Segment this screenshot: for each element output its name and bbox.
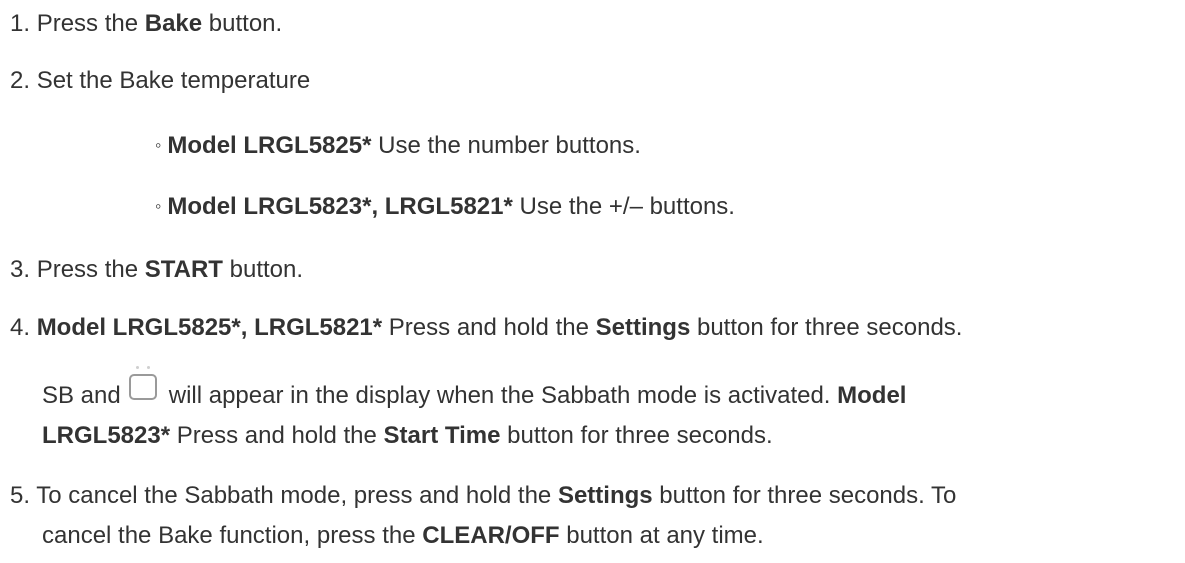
model-name: Model LRGL5825* (167, 132, 372, 159)
step-2-subitem: ◦ Model LRGL5825* Use the number buttons. (155, 132, 641, 161)
step-text: Press the (36, 10, 139, 37)
button-name: Settings (595, 314, 691, 341)
step-number: 5. (10, 482, 31, 509)
subitem-text: Use the number buttons. (378, 132, 641, 159)
model-name: Model LRGL5825*, LRGL5821* (36, 314, 383, 341)
step-text: button at any time. (566, 522, 764, 549)
step-text: button for three seconds. (507, 422, 773, 449)
step-5: 5. To cancel the Sabbath mode, press and… (10, 482, 956, 510)
step-text: button. (229, 256, 304, 283)
step-2: 2. Set the Bake temperature (10, 67, 310, 95)
manual-page: { "steps": [ { "num": "1.", "pre": "Pres… (0, 0, 1185, 563)
step-number: 1. (10, 10, 31, 37)
sabbath-mode-icon (127, 364, 161, 402)
step-4: 4. Model LRGL5825*, LRGL5821* Press and … (10, 314, 962, 342)
subitem-text: Use the +/– buttons. (519, 193, 735, 220)
step-number: 2. (10, 67, 31, 94)
step-text: will appear in the display when the Sabb… (168, 382, 831, 409)
model-label: Model (837, 382, 907, 409)
button-name: START (144, 256, 223, 283)
step-text: Set the Bake temperature (36, 67, 311, 94)
step-text: To cancel the Sabbath mode, press and ho… (36, 482, 552, 509)
bullet-icon: ◦ (155, 196, 162, 216)
model-name: LRGL5823* (42, 422, 171, 449)
step-5-line-2: cancel the Bake function, press the CLEA… (42, 522, 764, 550)
step-text: Press and hold the (388, 314, 589, 341)
button-name: Start Time (383, 422, 501, 449)
step-text: Press and hold the (176, 422, 377, 449)
step-4-sabbath-line: SB and will appear in the display when th… (42, 366, 907, 420)
step-text: button for three seconds. To (659, 482, 957, 509)
step-2-subitem: ◦ Model LRGL5823*, LRGL5821* Use the +/– … (155, 193, 735, 222)
bullet-icon: ◦ (155, 135, 162, 155)
step-text: SB and (42, 382, 121, 409)
step-number: 4. (10, 314, 31, 341)
step-text: Press the (36, 256, 139, 283)
button-name: CLEAR/OFF (422, 522, 560, 549)
step-text: button for three seconds. (696, 314, 963, 341)
step-3: 3. Press the START button. (10, 256, 303, 284)
model-name: Model LRGL5823*, LRGL5821* (167, 193, 513, 220)
step-number: 3. (10, 256, 31, 283)
button-name: Bake (144, 10, 203, 37)
button-name: Settings (557, 482, 653, 509)
step-4-line-3: LRGL5823* Press and hold the Start Time … (42, 422, 773, 450)
step-text: cancel the Bake function, press the (42, 522, 416, 549)
step-1: 1. Press the Bake button. (10, 10, 282, 38)
step-text: button. (208, 10, 283, 37)
